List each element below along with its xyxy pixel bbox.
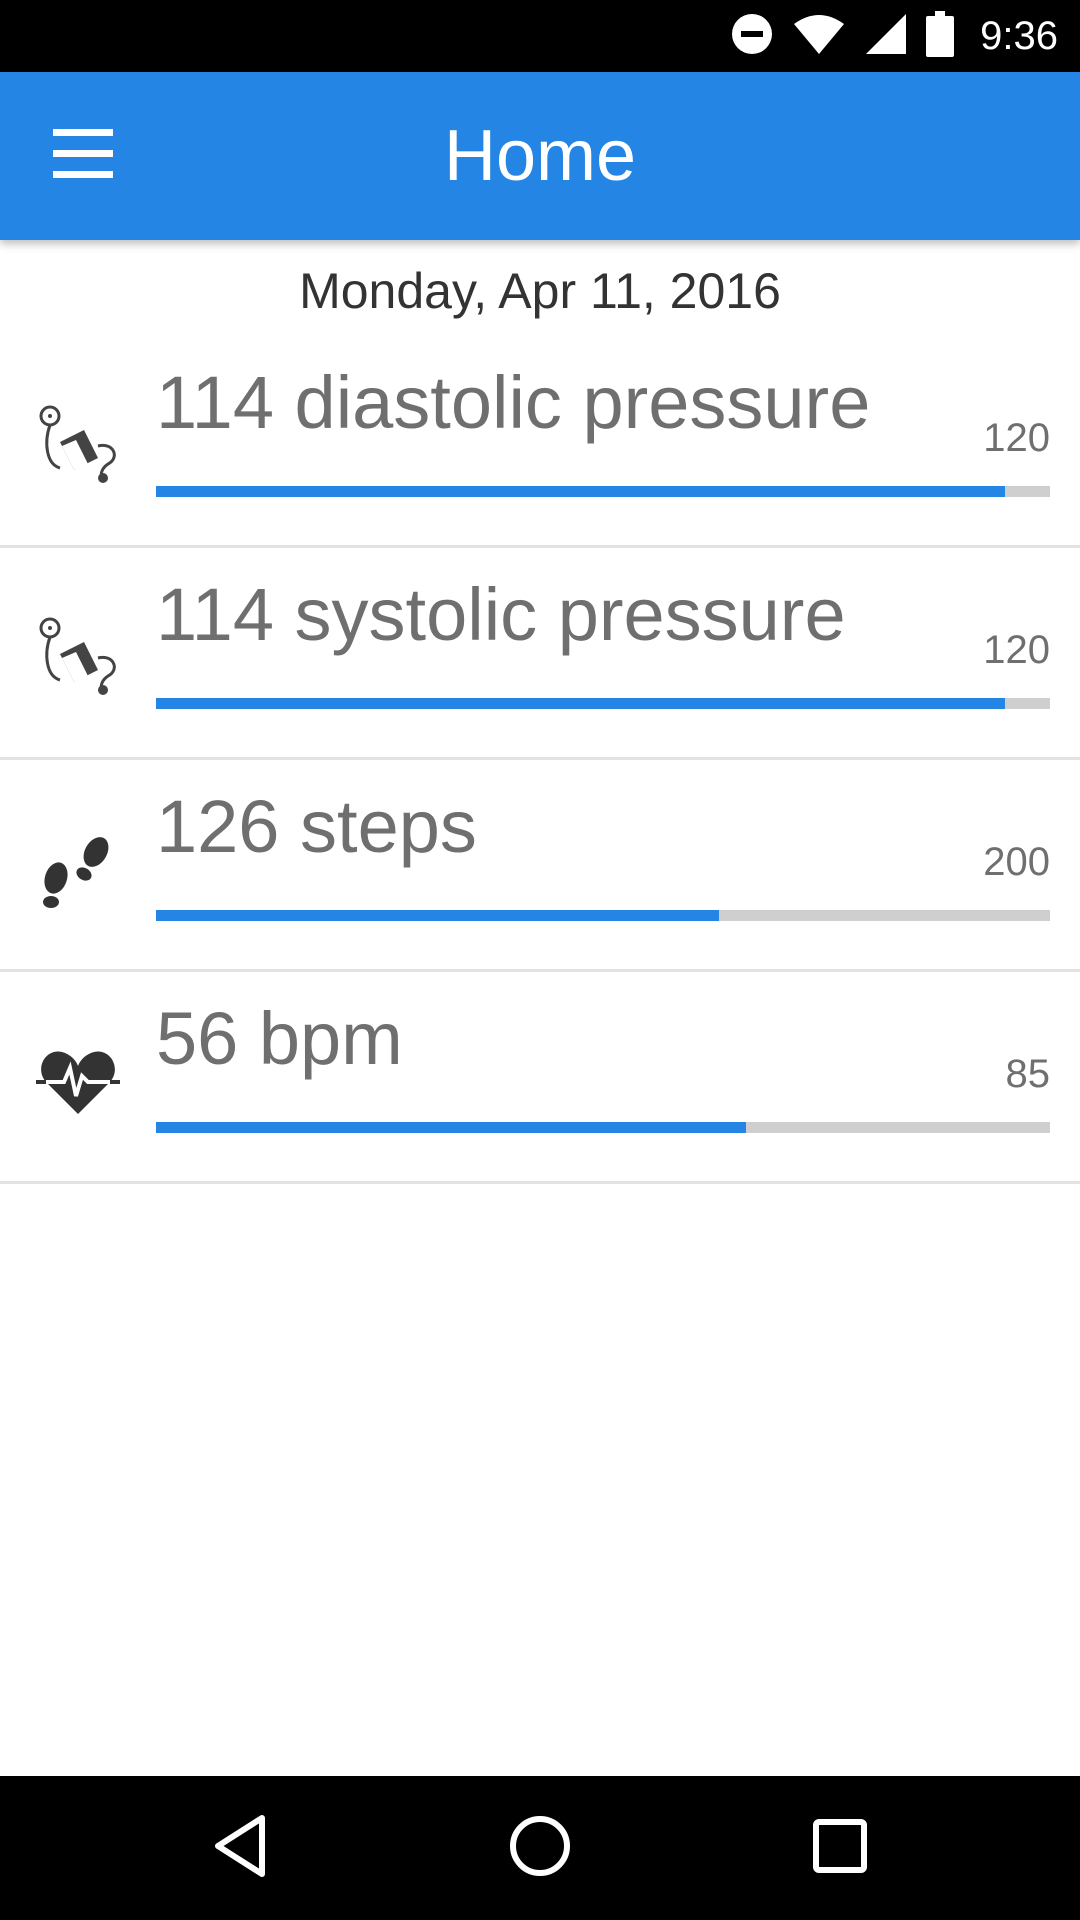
metric-label: 126 steps [156, 785, 477, 868]
recents-icon [812, 1818, 868, 1879]
list-item-diastolic[interactable]: 114 diastolic pressure 120 [0, 336, 1080, 548]
list-item-systolic[interactable]: 114 systolic pressure 120 [0, 548, 1080, 760]
progress-track [156, 910, 1050, 921]
do-not-disturb-icon [730, 12, 774, 61]
menu-button[interactable] [38, 118, 128, 194]
recents-button[interactable] [790, 1798, 890, 1898]
signal-icon [864, 12, 908, 61]
progress-fill [156, 910, 720, 921]
status-time: 9:36 [980, 13, 1058, 58]
blood-pressure-icon [36, 402, 120, 486]
metric-label: 114 systolic pressure [156, 573, 846, 656]
metric-label: 56 bpm [156, 997, 403, 1080]
blood-pressure-icon [36, 614, 120, 698]
hamburger-menu-icon [53, 127, 113, 186]
back-icon [210, 1814, 270, 1883]
status-bar: 9:36 [0, 0, 1080, 72]
progress-fill [156, 1122, 747, 1133]
metrics-list: 114 diastolic pressure 120 114 systolic … [0, 336, 1080, 1184]
list-item-heart-rate[interactable]: 56 bpm 85 [0, 972, 1080, 1184]
metric-goal: 120 [983, 416, 1050, 460]
status-icons: 9:36 [730, 0, 1058, 72]
progress-track [156, 1122, 1050, 1133]
metric-label: 114 diastolic pressure [156, 361, 871, 444]
back-button[interactable] [190, 1798, 290, 1898]
date-label: Monday, Apr 11, 2016 [299, 263, 781, 319]
battery-icon [926, 10, 955, 62]
home-icon [508, 1814, 572, 1883]
heart-rate-icon [36, 1038, 120, 1122]
metric-goal: 85 [1005, 1052, 1051, 1096]
page-title: Home [443, 116, 637, 196]
progress-track [156, 486, 1050, 497]
metric-goal: 120 [983, 628, 1050, 672]
progress-fill [156, 698, 1006, 709]
progress-track [156, 698, 1050, 709]
app-bar: Home [0, 72, 1080, 240]
list-item-steps[interactable]: 126 steps 200 [0, 760, 1080, 972]
footsteps-icon [36, 826, 120, 910]
home-button[interactable] [490, 1798, 590, 1898]
wifi-icon [792, 12, 846, 61]
navigation-bar [0, 1776, 1080, 1920]
metric-goal: 200 [983, 840, 1050, 884]
progress-fill [156, 486, 1006, 497]
